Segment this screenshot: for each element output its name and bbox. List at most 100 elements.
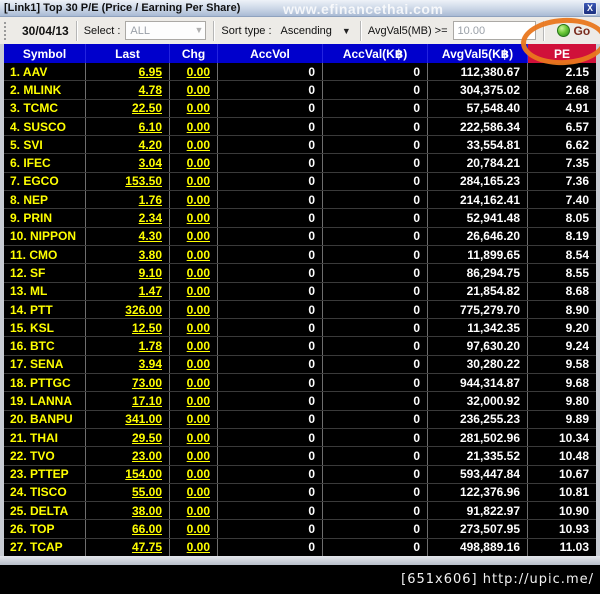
symbol-cell[interactable]: 5. SVI	[4, 136, 86, 154]
last-cell[interactable]: 22.50	[86, 99, 170, 117]
chg-cell[interactable]: 0.00	[170, 538, 218, 557]
last-cell[interactable]: 1.76	[86, 191, 170, 209]
symbol-cell[interactable]: 22. TVO	[4, 447, 86, 465]
chg-cell[interactable]: 0.00	[170, 81, 218, 99]
chg-cell[interactable]: 0.00	[170, 447, 218, 465]
accvol-cell: 0	[218, 99, 323, 117]
symbol-cell[interactable]: 6. IFEC	[4, 154, 86, 172]
last-cell[interactable]: 326.00	[86, 300, 170, 319]
chg-cell[interactable]: 0.00	[170, 355, 218, 374]
chg-cell[interactable]: 0.00	[170, 300, 218, 319]
chg-cell[interactable]: 0.00	[170, 392, 218, 410]
chg-cell[interactable]: 0.00	[170, 465, 218, 483]
symbol-cell[interactable]: 21. THAI	[4, 428, 86, 447]
chg-cell[interactable]: 0.00	[170, 483, 218, 502]
last-cell[interactable]: 3.80	[86, 245, 170, 264]
close-icon[interactable]: X	[583, 2, 597, 15]
last-cell[interactable]: 73.00	[86, 374, 170, 392]
symbol-cell[interactable]: 17. SENA	[4, 355, 86, 374]
pe-cell: 6.62	[565, 137, 589, 152]
last-cell[interactable]: 4.78	[86, 81, 170, 99]
chg-cell[interactable]: 0.00	[170, 245, 218, 264]
go-button[interactable]: Go	[556, 24, 590, 38]
last-cell[interactable]: 55.00	[86, 483, 170, 502]
symbol-cell[interactable]: 4. SUSCO	[4, 117, 86, 136]
select-dropdown[interactable]: ALL ▼	[125, 21, 207, 40]
chg-cell[interactable]: 0.00	[170, 502, 218, 520]
symbol-cell[interactable]: 11. CMO	[4, 245, 86, 264]
symbol-cell[interactable]: 27. TCAP	[4, 538, 86, 557]
col-header-accval[interactable]: AccVal(K฿)	[323, 44, 428, 63]
chg-cell[interactable]: 0.00	[170, 154, 218, 172]
last-cell[interactable]: 17.10	[86, 392, 170, 410]
last-cell[interactable]: 153.50	[86, 172, 170, 191]
chg-cell[interactable]: 0.00	[170, 282, 218, 300]
last-cell[interactable]: 6.10	[86, 117, 170, 136]
symbol-cell[interactable]: 7. EGCO	[4, 172, 86, 191]
last-cell[interactable]: 1.78	[86, 337, 170, 355]
chg-cell[interactable]: 0.00	[170, 117, 218, 136]
symbol-cell[interactable]: 20. BANPU	[4, 410, 86, 428]
avgval5-cell: 112,380.67	[428, 63, 528, 81]
last-cell[interactable]: 341.00	[86, 410, 170, 428]
chg-cell[interactable]: 0.00	[170, 63, 218, 81]
symbol-cell[interactable]: 8. NEP	[4, 191, 86, 209]
chg-cell[interactable]: 0.00	[170, 136, 218, 154]
chg-cell[interactable]: 0.00	[170, 319, 218, 337]
chg-cell[interactable]: 0.00	[170, 209, 218, 227]
last-cell[interactable]: 12.50	[86, 319, 170, 337]
last-cell[interactable]: 4.30	[86, 227, 170, 245]
chg-cell[interactable]: 0.00	[170, 264, 218, 282]
last-cell[interactable]: 66.00	[86, 520, 170, 538]
chg-cell[interactable]: 0.00	[170, 337, 218, 355]
avgval5-cell: 57,548.40	[428, 99, 528, 117]
symbol-cell[interactable]: 25. DELTA	[4, 502, 86, 520]
symbol-cell[interactable]: 14. PTT	[4, 300, 86, 319]
chg-cell[interactable]: 0.00	[170, 191, 218, 209]
last-cell[interactable]: 3.94	[86, 355, 170, 374]
col-header-symbol[interactable]: Symbol	[4, 44, 86, 63]
last-cell[interactable]: 47.75	[86, 538, 170, 557]
symbol-cell[interactable]: 12. SF	[4, 264, 86, 282]
symbol-cell[interactable]: 1. AAV	[4, 63, 86, 81]
last-cell[interactable]: 154.00	[86, 465, 170, 483]
symbol-cell[interactable]: 23. PTTEP	[4, 465, 86, 483]
symbol-cell[interactable]: 3. TCMC	[4, 99, 86, 117]
col-header-last[interactable]: Last	[86, 44, 170, 63]
symbol-cell[interactable]: 26. TOP	[4, 520, 86, 538]
last-cell[interactable]: 9.10	[86, 264, 170, 282]
toolbar-grip-handle[interactable]	[4, 21, 8, 40]
sort-type-dropdown[interactable]: Ascending ▼	[276, 21, 353, 40]
symbol-cell[interactable]: 24. TISCO	[4, 483, 86, 502]
symbol-cell[interactable]: 2. MLINK	[4, 81, 86, 99]
avgval-filter-input[interactable]	[452, 21, 536, 40]
chg-cell[interactable]: 0.00	[170, 520, 218, 538]
symbol-cell[interactable]: 13. ML	[4, 282, 86, 300]
chg-cell[interactable]: 0.00	[170, 172, 218, 191]
accvol-cell: 0	[218, 172, 323, 191]
symbol-cell[interactable]: 9. PRIN	[4, 209, 86, 227]
chg-cell[interactable]: 0.00	[170, 410, 218, 428]
last-cell[interactable]: 23.00	[86, 447, 170, 465]
last-cell[interactable]: 6.95	[86, 63, 170, 81]
chg-cell[interactable]: 0.00	[170, 374, 218, 392]
symbol-cell[interactable]: 18. PTTGC	[4, 374, 86, 392]
col-header-chg[interactable]: Chg	[170, 44, 218, 63]
symbol-cell[interactable]: 10. NIPPON	[4, 227, 86, 245]
symbol-cell[interactable]: 19. LANNA	[4, 392, 86, 410]
last-cell[interactable]: 2.34	[86, 209, 170, 227]
symbol-cell[interactable]: 15. KSL	[4, 319, 86, 337]
col-header-avgval5[interactable]: AvgVal5(K฿)	[428, 44, 528, 63]
chg-cell[interactable]: 0.00	[170, 428, 218, 447]
col-header-accvol[interactable]: AccVol	[218, 44, 323, 63]
last-cell[interactable]: 38.00	[86, 502, 170, 520]
chg-cell[interactable]: 0.00	[170, 99, 218, 117]
chg-cell[interactable]: 0.00	[170, 227, 218, 245]
title-bar[interactable]: [Link1] Top 30 P/E (Price / Earning Per …	[0, 0, 600, 17]
last-cell[interactable]: 3.04	[86, 154, 170, 172]
col-header-pe[interactable]: PE	[528, 44, 596, 63]
last-cell[interactable]: 4.20	[86, 136, 170, 154]
symbol-cell[interactable]: 16. BTC	[4, 337, 86, 355]
last-cell[interactable]: 29.50	[86, 428, 170, 447]
last-cell[interactable]: 1.47	[86, 282, 170, 300]
